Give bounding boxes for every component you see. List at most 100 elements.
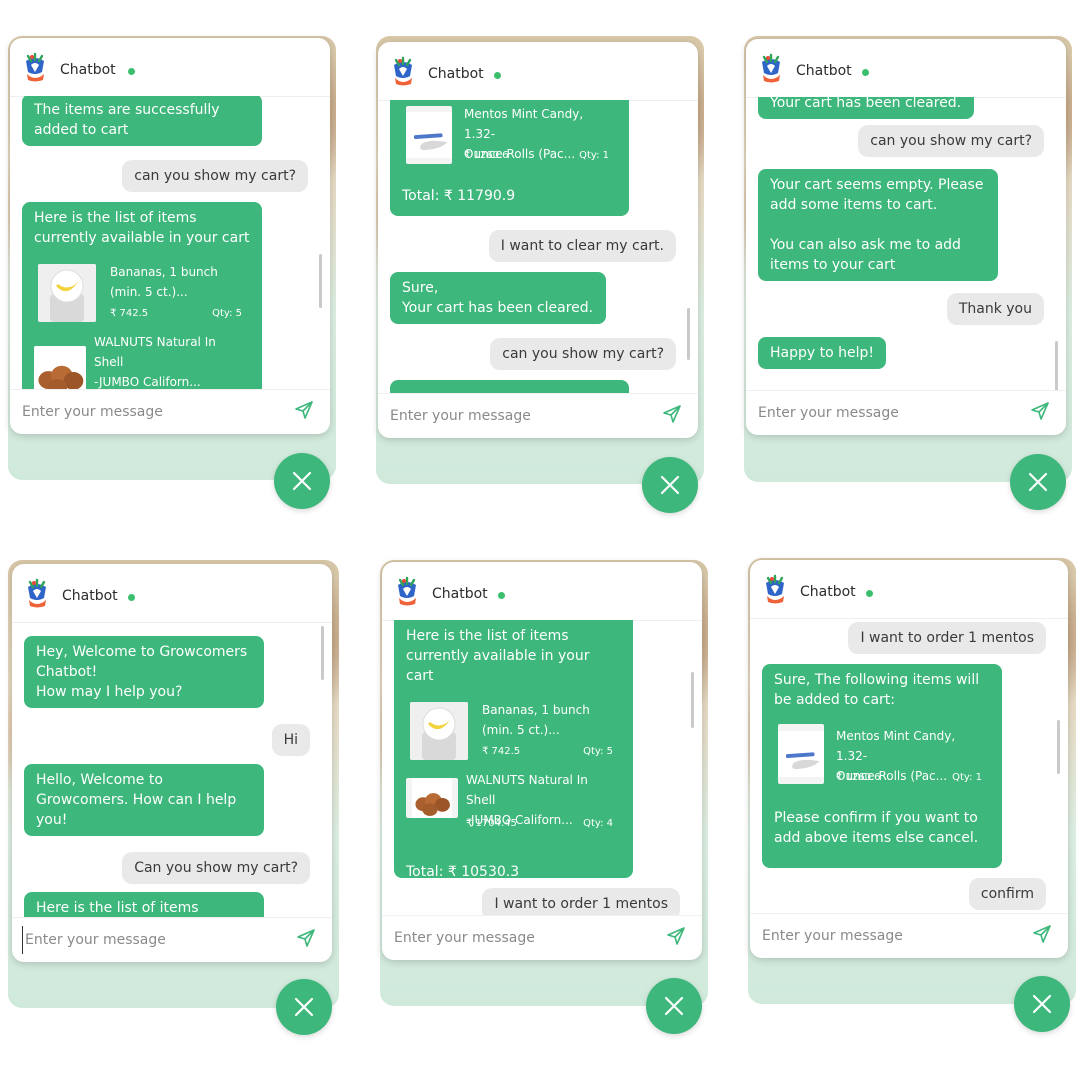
user-message: I want to order 1 mentos — [482, 888, 680, 916]
user-message: can you show my cart? — [858, 125, 1044, 157]
item-name: WALNUTS Natural In Shell — [94, 335, 216, 369]
bot-message: Hey, Welcome to Growcomers Chatbot! How ma… — [24, 636, 264, 708]
online-status-icon — [128, 594, 135, 601]
message-input-bar — [746, 390, 1066, 435]
chat-window: Chatbot Mentos Mint Candy, 1.32- Ounce Ro… — [378, 42, 698, 438]
message-input-bar — [12, 917, 332, 962]
message-input[interactable] — [760, 922, 1004, 950]
chat-window: Chatbot Here is the list of items current… — [382, 562, 702, 960]
walnut-image — [406, 778, 458, 818]
close-chat-button[interactable] — [1010, 454, 1066, 510]
user-message: I want to clear my cart. — [488, 230, 676, 262]
send-icon[interactable] — [666, 926, 686, 946]
chat-title: Chatbot — [62, 588, 118, 604]
mentos-image — [406, 106, 452, 164]
bot-message: Sure, Your cart has been cleared. — [390, 272, 606, 324]
online-status-icon — [862, 69, 869, 76]
close-chat-button[interactable] — [646, 978, 702, 1034]
item-quantity: Qty: 1 — [952, 772, 982, 783]
cart-item: Bananas, 1 bunch (min. 5 ct.)... ₹ 742.5 … — [406, 698, 621, 764]
item-name: Bananas, 1 bunch — [110, 265, 218, 279]
send-icon[interactable] — [294, 400, 314, 420]
chat-title: Chatbot — [800, 584, 856, 600]
walnut-image — [34, 346, 86, 390]
send-icon[interactable] — [1030, 401, 1050, 421]
item-name: Mentos Mint Candy, 1.32- — [836, 729, 956, 763]
chat-title: Chatbot — [432, 586, 488, 602]
message-list[interactable]: I want to order 1 mentos Sure, The follo… — [750, 618, 1068, 914]
scrollbar[interactable] — [1055, 341, 1058, 391]
message-list[interactable]: Your cart has been cleared. can you show… — [746, 97, 1066, 391]
bot-message: The items are successfully added to cart — [22, 96, 262, 146]
chat-header: Chatbot — [378, 42, 698, 101]
bot-message: Your cart has been cleared. — [758, 97, 974, 119]
online-status-icon — [494, 72, 501, 79]
message-input[interactable] — [756, 399, 1000, 427]
chat-window: Chatbot The items are successfully added … — [10, 38, 330, 434]
bot-message: Here is the list of items currently avail… — [22, 202, 262, 390]
send-icon[interactable] — [662, 404, 682, 424]
bot-message: Your cart seems empty. Please add some it… — [758, 169, 998, 281]
mentos-image — [778, 724, 824, 784]
bot-message: Here is the list of items currently avail… — [394, 620, 633, 880]
cart-item: WALNUTS Natural In Shell -JUMBO Californ.… — [406, 768, 621, 834]
bot-message: Here is the list of items — [24, 892, 264, 918]
message-input-bar — [382, 915, 702, 960]
scrollbar[interactable] — [1057, 720, 1060, 774]
cart-item: Mentos Mint Candy, 1.32- Ounce Rolls (Pac… — [774, 724, 990, 790]
send-icon[interactable] — [1032, 924, 1052, 944]
chat-window: Chatbot I want to order 1 mentos Sure, T… — [750, 560, 1068, 958]
cart-item: Bananas, 1 bunch (min. 5 ct.)... ₹ 742.5 … — [34, 260, 250, 326]
cart-item: WALNUTS Natural In Shell -JUMBO Californ.… — [34, 330, 250, 390]
message-list[interactable]: The items are successfully added to cart … — [10, 96, 330, 390]
banana-image — [410, 702, 468, 760]
user-message: Thank you — [946, 293, 1044, 325]
cart-total: Total: ₹ 10530.3 — [406, 864, 520, 880]
growcomers-logo-icon — [390, 56, 416, 86]
message-list[interactable]: Here is the list of items currently avail… — [382, 620, 702, 916]
message-list[interactable]: Hey, Welcome to Growcomers Chatbot! How ma… — [12, 622, 332, 918]
item-price: ₹ 1260.6 — [836, 772, 881, 783]
close-chat-button[interactable] — [276, 979, 332, 1035]
scrollbar[interactable] — [319, 254, 322, 308]
item-name: Bananas, 1 bunch — [482, 703, 590, 717]
message-input-bar — [750, 913, 1068, 958]
chat-window: Chatbot Hey, Welcome to Growcomers Chatbo… — [12, 564, 332, 962]
cart-total: Total: ₹ 11790.9 — [402, 188, 516, 204]
scrollbar[interactable] — [321, 626, 324, 680]
user-message: Can you show my cart? — [122, 852, 310, 884]
bot-message: Sure, The following items will be added t… — [762, 664, 1002, 868]
close-icon — [660, 475, 680, 495]
close-chat-button[interactable] — [1014, 976, 1070, 1032]
item-quantity: Qty: 5 — [212, 308, 242, 319]
message-input[interactable] — [22, 926, 267, 954]
item-name: Mentos Mint Candy, 1.32- — [464, 107, 584, 141]
growcomers-logo-icon — [394, 576, 420, 606]
close-icon — [1032, 994, 1052, 1014]
message-input[interactable] — [388, 402, 632, 430]
chat-header: Chatbot — [12, 564, 332, 623]
chat-header: Chatbot — [750, 560, 1068, 619]
close-icon — [664, 996, 684, 1016]
item-price: ₹ 1704.45 — [466, 818, 517, 829]
message-input[interactable] — [392, 924, 636, 952]
message-list[interactable]: Mentos Mint Candy, 1.32- Ounce Rolls (Pac… — [378, 100, 698, 394]
close-icon — [294, 997, 314, 1017]
item-price: ₹ 742.5 — [110, 308, 149, 319]
scrollbar[interactable] — [687, 308, 690, 360]
send-icon[interactable] — [296, 928, 316, 948]
online-status-icon — [866, 590, 873, 597]
chat-title: Chatbot — [60, 62, 116, 78]
close-chat-button[interactable] — [642, 457, 698, 513]
chat-header: Chatbot — [10, 38, 330, 97]
close-chat-button[interactable] — [274, 453, 330, 509]
scrollbar[interactable] — [691, 672, 694, 728]
bot-message: Hello, Welcome to Growcomers. How can I h… — [24, 764, 264, 836]
bot-message: Mentos Mint Candy, 1.32- Ounce Rolls (Pac… — [390, 100, 629, 216]
user-message: can you show my cart? — [490, 338, 676, 370]
item-price: ₹ 1260.6 — [464, 150, 509, 161]
bot-message: Happy to help! — [758, 337, 886, 369]
item-price: ₹ 742.5 — [482, 746, 521, 757]
message-input[interactable] — [20, 398, 264, 426]
user-message: I want to order 1 mentos — [848, 622, 1046, 654]
